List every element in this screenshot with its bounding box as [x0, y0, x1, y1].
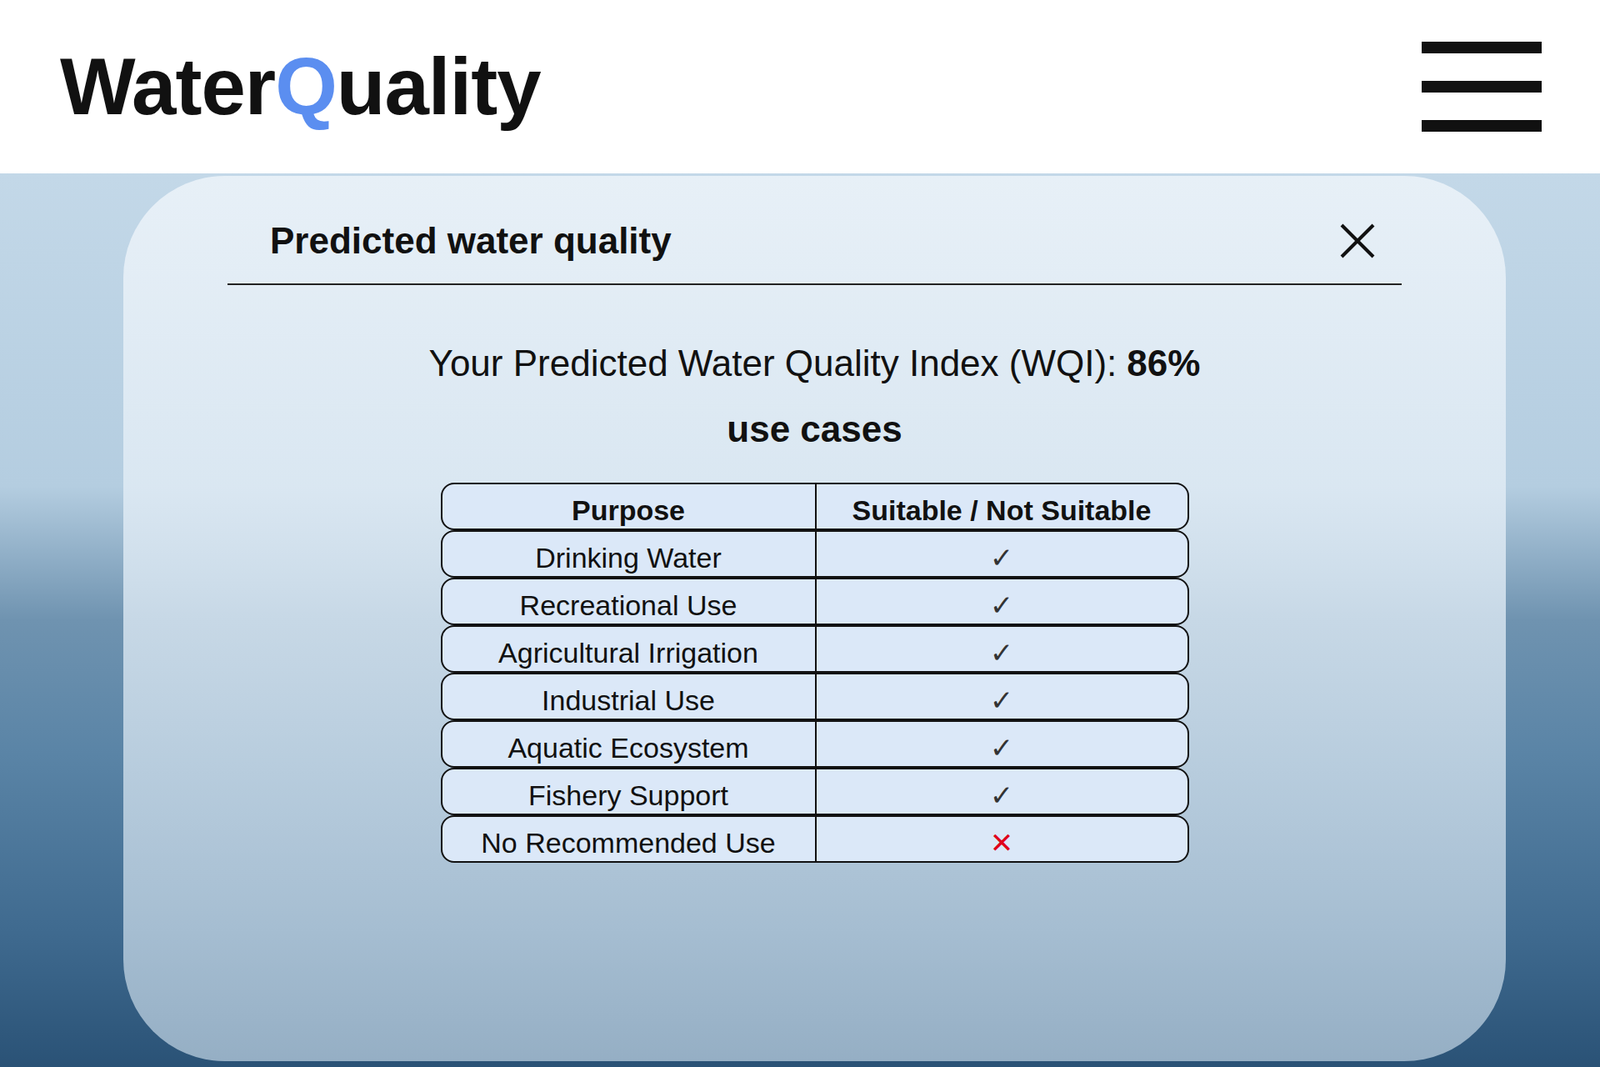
divider [227, 283, 1402, 285]
logo-text: Q [275, 41, 337, 131]
table-row: Fishery Support ✓ [440, 767, 1190, 815]
table-row: Drinking Water ✓ [440, 530, 1190, 578]
suitability-cell: ✓ [815, 579, 1188, 624]
page: WaterQuality Predicted water quality Your … [0, 0, 1600, 1067]
table-row: Aquatic Ecosystem ✓ [440, 720, 1190, 768]
menu-bar [1421, 80, 1542, 93]
table-row: Agricultural Irrigation ✓ [440, 625, 1190, 673]
suitability-cell: ✓ [815, 721, 1188, 766]
suitability-cell: ✓ [815, 626, 1188, 671]
purpose-cell: Recreational Use [442, 579, 815, 624]
use-cases-table: PurposeSuitable / Not SuitableDrinking W… [440, 482, 1190, 863]
suitability-cell: ✓ [815, 531, 1188, 576]
check-icon: ✓ [990, 540, 1015, 575]
suitability-cell: ✓ [815, 674, 1188, 719]
logo-text: Water [60, 41, 275, 131]
menu-bar [1421, 120, 1542, 132]
wqi-value: 86% [1126, 342, 1200, 384]
use-cases-title: use cases [726, 407, 902, 452]
suitability-cell: ✓ [815, 769, 1188, 814]
table-header: PurposeSuitable / Not Suitable [440, 482, 1190, 530]
column-header: Suitable / Not Suitable [815, 484, 1188, 529]
table-row: Industrial Use ✓ [440, 672, 1190, 720]
menu-bar [1421, 41, 1542, 54]
purpose-cell: Industrial Use [442, 674, 815, 719]
logo[interactable]: WaterQuality [60, 42, 541, 131]
dialog-title: Predicted water quality [270, 219, 672, 264]
suitability-cell: ✕ [815, 816, 1188, 861]
top-bar: WaterQuality [0, 0, 1600, 174]
wqi-label: Your Predicted Water Quality Index (WQI)… [429, 342, 1118, 384]
dialog-header: Predicted water quality [227, 175, 1402, 284]
column-header: Purpose [442, 484, 815, 529]
check-icon: ✓ [990, 683, 1015, 718]
check-icon: ✓ [990, 635, 1015, 670]
check-icon: ✓ [990, 730, 1015, 765]
check-icon: ✓ [990, 588, 1015, 623]
table-row: No Recommended Use ✕ [440, 815, 1190, 863]
sea-background: Predicted water quality Your Predicted Wa… [0, 173, 1600, 1067]
purpose-cell: Agricultural Irrigation [442, 626, 815, 671]
check-icon: ✓ [990, 778, 1015, 813]
wqi-line: Your Predicted Water Quality Index (WQI)… [429, 341, 1201, 386]
cross-icon: ✕ [990, 825, 1015, 860]
purpose-cell: Fishery Support [442, 769, 815, 814]
purpose-cell: No Recommended Use [442, 816, 815, 861]
close-icon[interactable] [1338, 221, 1377, 260]
table-row: Recreational Use ✓ [440, 577, 1190, 625]
result-dialog: Predicted water quality Your Predicted Wa… [123, 175, 1506, 1061]
purpose-cell: Aquatic Ecosystem [442, 721, 815, 766]
purpose-cell: Drinking Water [442, 531, 815, 576]
menu-icon[interactable] [1421, 41, 1542, 132]
logo-text: uality [336, 41, 541, 131]
